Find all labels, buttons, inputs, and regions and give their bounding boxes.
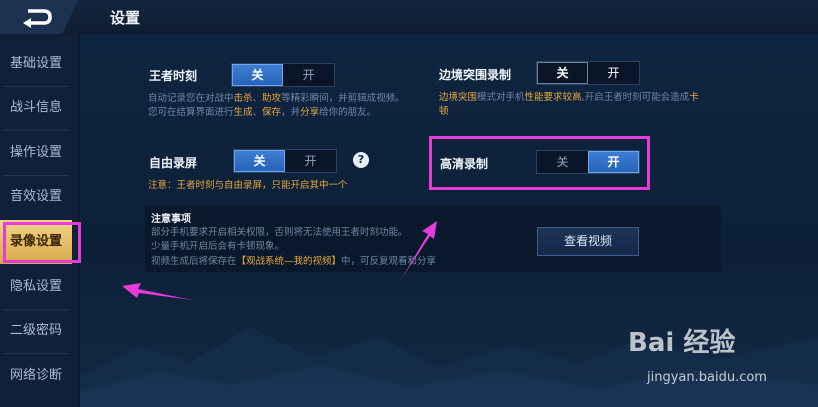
watermark-url: jingyan.baidu.com [647,370,767,385]
arrow-to-sidebar-icon [122,283,192,300]
watermark-logo: Bai 经验 [628,328,736,358]
arrow-to-hd-icon [402,221,437,278]
